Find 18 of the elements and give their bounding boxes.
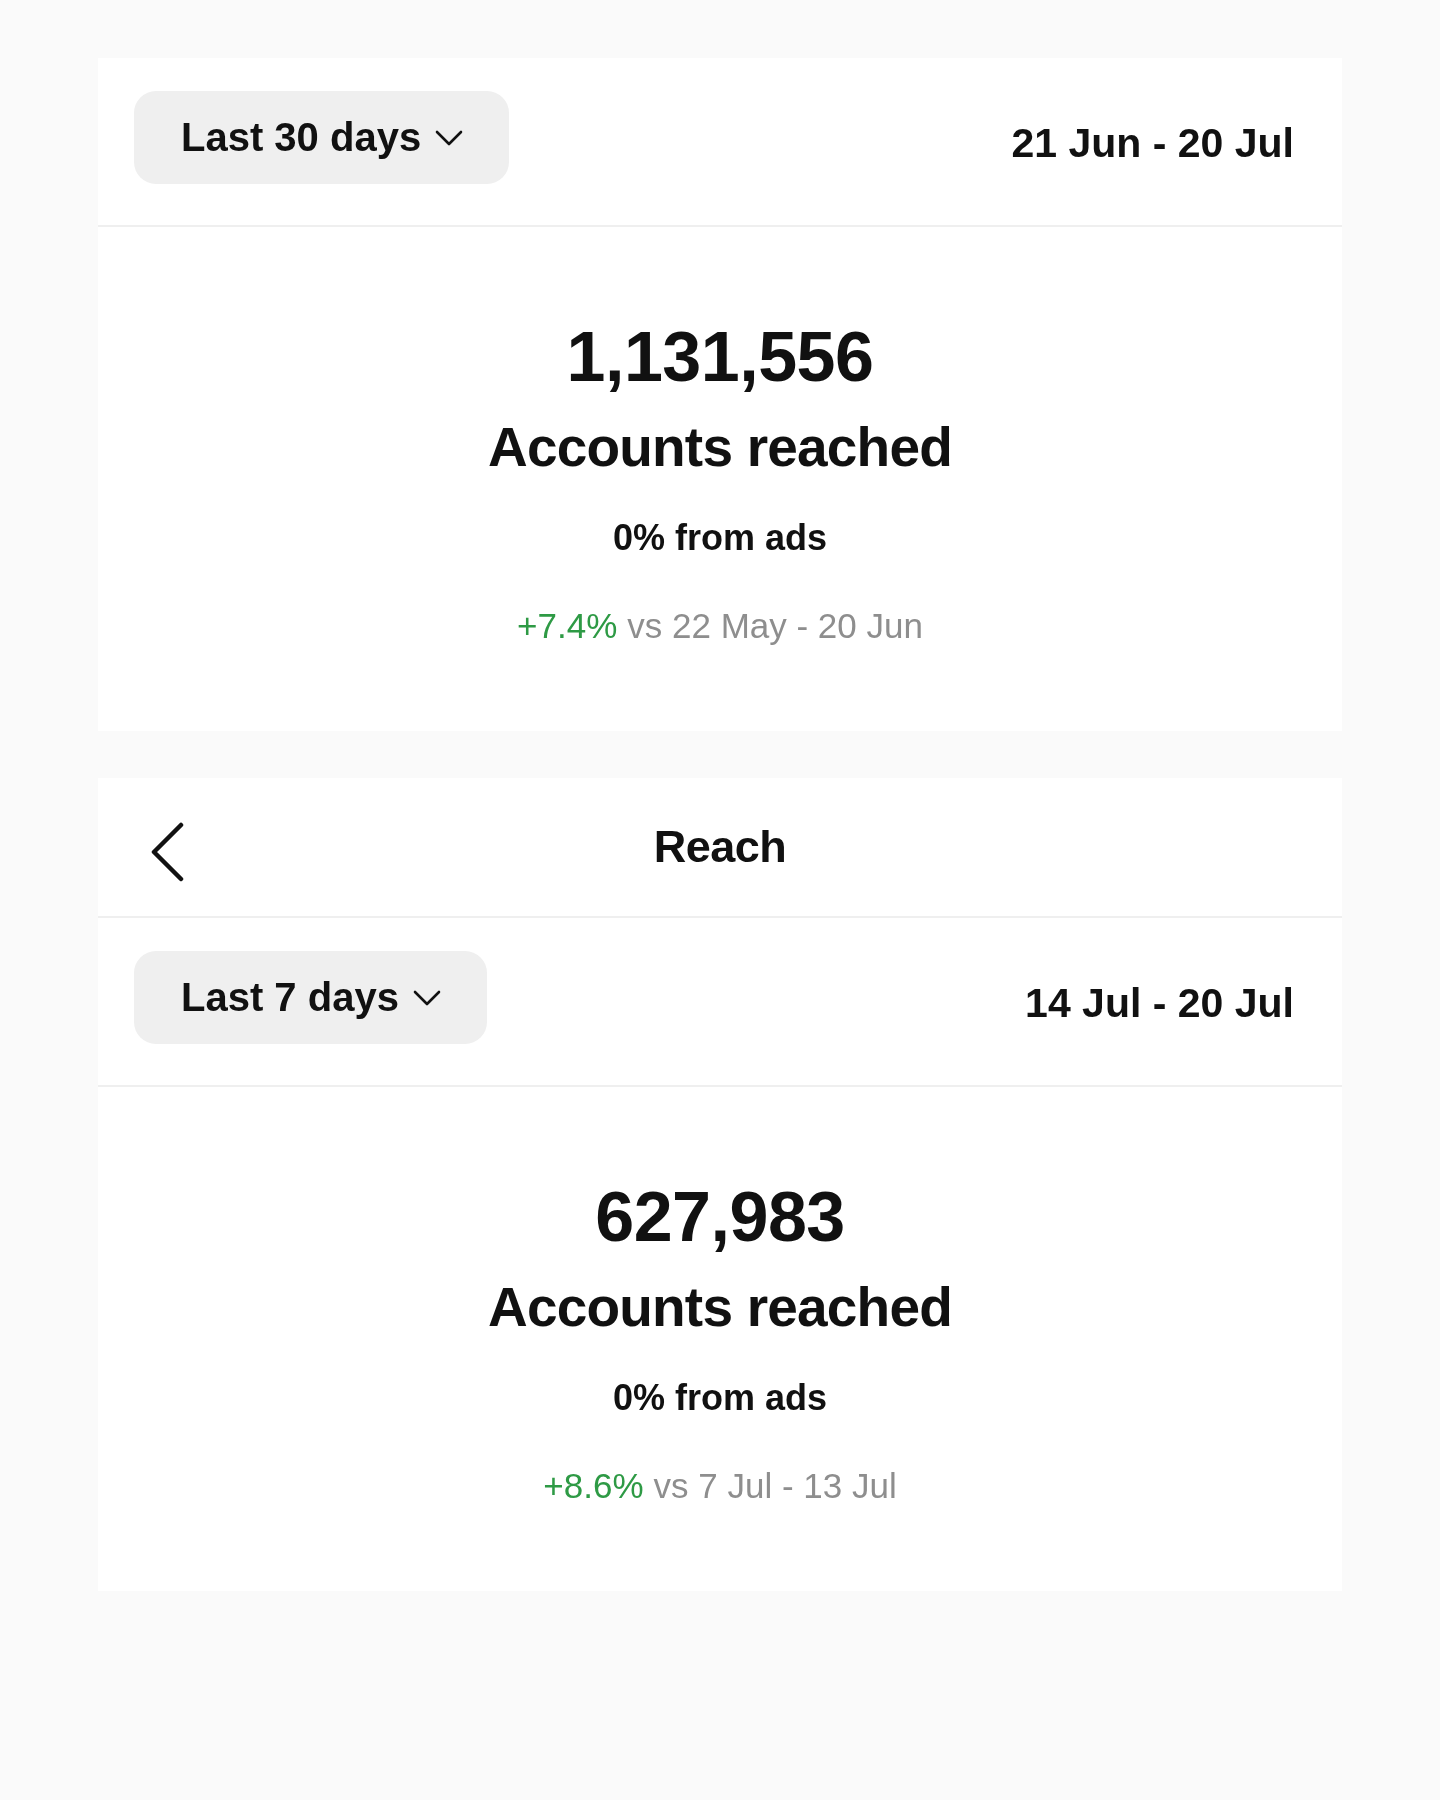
- metric-value: 1,131,556: [566, 317, 874, 398]
- change-percent: +7.4%: [517, 605, 618, 647]
- date-range-dropdown[interactable]: Last 7 days: [134, 951, 487, 1044]
- date-range-dropdown[interactable]: Last 30 days: [134, 91, 510, 184]
- metric-value: 627,983: [595, 1177, 845, 1258]
- metric-label: Accounts reached: [488, 1275, 952, 1340]
- page-title: Reach: [653, 821, 787, 873]
- chevron-down-icon: [435, 129, 464, 146]
- comparison-text: vs 7 Jul - 13 Jul: [653, 1465, 897, 1507]
- metric-label: Accounts reached: [488, 415, 952, 480]
- ads-share-text: 0% from ads: [612, 516, 828, 559]
- ads-share-text: 0% from ads: [612, 1376, 828, 1419]
- date-range-text: 21 Jun - 20 Jul: [1011, 119, 1294, 167]
- comparison-text: vs 22 May - 20 Jun: [627, 605, 923, 647]
- back-icon[interactable]: [149, 822, 185, 882]
- change-percent: +8.6%: [543, 1465, 644, 1507]
- date-range-text: 14 Jul - 20 Jul: [1025, 979, 1294, 1027]
- chevron-down-icon: [412, 989, 441, 1006]
